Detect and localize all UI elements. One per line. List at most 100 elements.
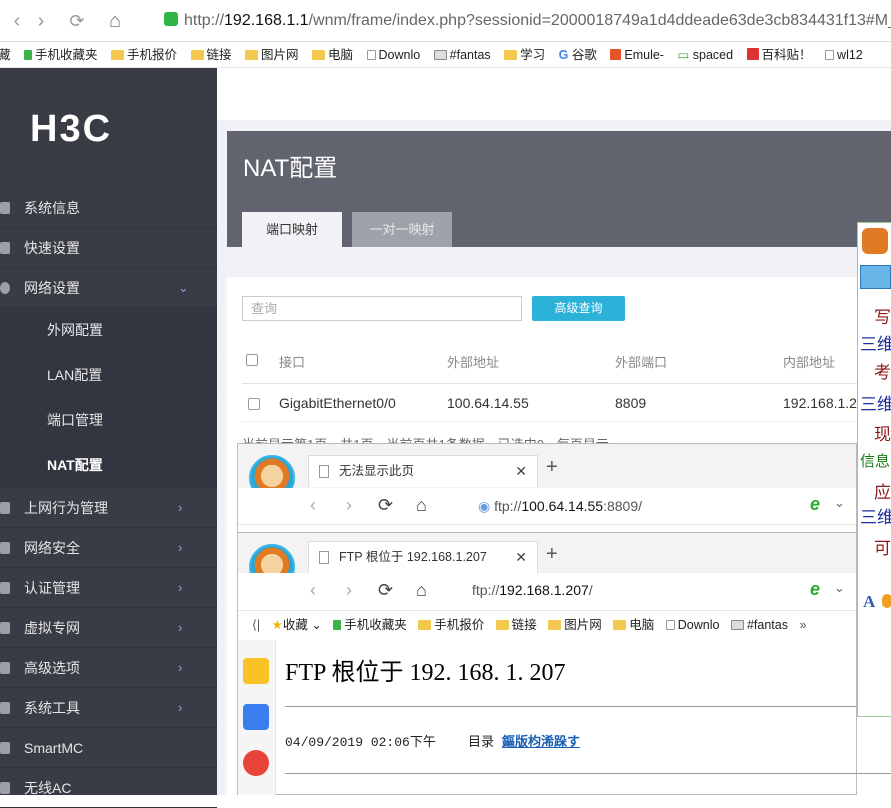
sidebar-item-auth-mgmt[interactable]: 认证管理 › xyxy=(0,568,217,608)
sidebar-item-behavior-mgmt[interactable]: 上网行为管理 › xyxy=(0,488,217,528)
bookmark-item[interactable]: 藏 xyxy=(0,42,11,67)
bookmark-item[interactable]: 学习 xyxy=(504,42,545,67)
bookmark-favorites[interactable]: ★收藏 ⌄ xyxy=(272,618,322,632)
url-path: /wnm/frame/index.php?sessionid=200001874… xyxy=(308,12,891,29)
sidebar-item-port-management[interactable]: 端口管理 xyxy=(0,398,217,443)
sidebar-item-smartmc[interactable]: SmartMC xyxy=(0,728,217,768)
sidebar-item-vpn[interactable]: 虚拟专网 › xyxy=(0,608,217,648)
more-bookmarks-icon[interactable]: » xyxy=(799,618,806,632)
nav-row: ‹ › ⟳ ⌂ ftp://192.168.1.207/ e ⌄ xyxy=(238,573,856,609)
tab-one-to-one[interactable]: 一对一映射 xyxy=(352,212,452,247)
font-a-icon[interactable]: A xyxy=(863,592,875,612)
user-icon xyxy=(0,582,10,594)
new-tab-icon[interactable]: + xyxy=(546,543,558,566)
bookmark-item[interactable]: G 谷歌 xyxy=(559,42,597,67)
address-bar[interactable]: ftp://192.168.1.207/ xyxy=(472,582,593,598)
bookmark-item[interactable]: #fantas xyxy=(730,618,788,632)
advanced-icon xyxy=(0,662,10,674)
close-icon[interactable]: ✕ xyxy=(515,456,527,486)
bookmark-item[interactable]: #fantas xyxy=(433,42,491,67)
forward-icon[interactable]: › xyxy=(346,495,352,516)
bookmark-item[interactable]: 手机报价 xyxy=(111,42,177,67)
back-icon[interactable]: ‹ xyxy=(4,8,30,34)
bookmark-item[interactable]: wl12 xyxy=(825,42,863,67)
bookmarks-bar: ⟨| ★收藏 ⌄ 手机收藏夹 手机报价 链接 图片网 电脑 Downlo #fa… xyxy=(238,610,856,638)
bookmark-item[interactable]: 手机收藏夹 xyxy=(24,42,98,67)
sidebar-item-advanced[interactable]: 高级选项 › xyxy=(0,648,217,688)
forward-icon[interactable]: › xyxy=(346,580,352,601)
sidebar-item-network-settings[interactable]: 网络设置 ⌄ xyxy=(0,268,217,308)
home-icon[interactable]: ⌂ xyxy=(416,495,427,516)
cell-external-port: 8809 xyxy=(615,395,647,411)
refresh-icon[interactable]: ⟳ xyxy=(378,495,393,516)
weibo-icon[interactable] xyxy=(243,750,269,776)
panel-text: 三维 xyxy=(860,335,891,354)
sidebar-item-wireless-ac[interactable]: 无线AC xyxy=(0,768,217,808)
chevron-right-icon: › xyxy=(178,500,183,515)
column-header-internal-address[interactable]: 内部地址 xyxy=(783,352,835,371)
sidebar-item-network-security[interactable]: 网络安全 › xyxy=(0,528,217,568)
sidebar-item-system-tools[interactable]: 系统工具 › xyxy=(0,688,217,728)
bookmark-item[interactable]: ▭ spaced xyxy=(677,42,733,67)
home-icon[interactable]: ⌂ xyxy=(102,8,128,34)
search-input[interactable]: 查询 xyxy=(242,296,522,321)
ie-logo-icon[interactable]: e xyxy=(810,579,820,600)
bookmark-item[interactable]: 链接 xyxy=(190,42,232,67)
chevron-down-icon[interactable]: ⌄ xyxy=(834,495,845,511)
sidebar-item-lan-config[interactable]: LAN配置 xyxy=(0,353,217,398)
browser-toolbar: ‹ › ⟳ ⌂ http://192.168.1.1/wnm/frame/ind… xyxy=(0,0,891,42)
news-icon[interactable] xyxy=(243,704,269,730)
panel-text: 可 xyxy=(874,539,891,558)
bookmark-item[interactable]: 手机报价 xyxy=(418,618,484,632)
sidebar-item-system-info[interactable]: 系统信息 xyxy=(0,188,217,228)
tab-title: 无法显示此页 xyxy=(339,464,415,478)
advanced-query-button[interactable]: 高级查询 xyxy=(532,296,625,321)
select-all-checkbox[interactable] xyxy=(246,354,258,366)
monitor-icon[interactable] xyxy=(860,265,891,289)
bookmark-item[interactable]: Emule- xyxy=(610,42,664,67)
bookmarks-bar: 藏 手机收藏夹 手机报价 链接 图片网 电脑 Downlo #fantas 学习… xyxy=(0,42,891,68)
browser-tab[interactable]: FTP 根位于 192.168.1.207 ✕ xyxy=(308,541,538,573)
back-icon[interactable]: ‹ xyxy=(310,495,316,516)
favorites-star-icon[interactable] xyxy=(243,658,269,684)
sidebar-toggle-icon[interactable]: ⟨| xyxy=(252,618,260,632)
refresh-icon[interactable]: ⟳ xyxy=(64,8,90,34)
refresh-icon[interactable]: ⟳ xyxy=(378,580,393,601)
new-tab-icon[interactable]: + xyxy=(546,456,558,479)
row-checkbox[interactable] xyxy=(248,398,260,410)
bookmark-item[interactable]: 链接 xyxy=(495,618,537,632)
panel-text: 考 xyxy=(874,363,891,382)
bookmark-item[interactable]: 图片网 xyxy=(548,618,602,632)
close-icon[interactable]: ✕ xyxy=(515,542,527,572)
tiger-mascot-icon[interactable] xyxy=(862,228,888,254)
ie-logo-icon[interactable]: e xyxy=(810,494,820,515)
bookmark-item[interactable]: 电脑 xyxy=(312,42,353,67)
back-icon[interactable]: ‹ xyxy=(310,580,316,601)
bookmark-item[interactable]: Downlo xyxy=(665,618,719,632)
sidebar: H3C 系统信息 快速设置 网络设置 ⌄ 外网配置 LAN配置 端口管理 NAT配… xyxy=(0,68,217,808)
address-bar[interactable]: ◉ ftp://100.64.14.55:8809/ xyxy=(478,498,642,515)
column-header-external-port[interactable]: 外部端口 xyxy=(615,352,667,371)
system-info-icon xyxy=(0,202,10,214)
tab-port-mapping[interactable]: 端口映射 xyxy=(242,212,342,247)
bookmark-item[interactable]: 图片网 xyxy=(245,42,299,67)
home-icon[interactable]: ⌂ xyxy=(416,580,427,601)
sidebar-item-quick-setup[interactable]: 快速设置 xyxy=(0,228,217,268)
ftp-folder-link[interactable]: 鏂版枃浠跺す xyxy=(502,731,580,750)
chevron-down-icon[interactable]: ⌄ xyxy=(834,580,845,596)
bookmark-item[interactable]: Downlo xyxy=(366,42,420,67)
bookmark-item[interactable]: 百科贴！ xyxy=(746,42,812,67)
browser-tab[interactable]: 无法显示此页 ✕ xyxy=(308,455,538,487)
cell-external-address: 100.64.14.55 xyxy=(447,395,529,411)
forward-icon[interactable]: › xyxy=(28,8,54,34)
column-header-external-address[interactable]: 外部地址 xyxy=(447,352,499,371)
bookmark-item[interactable]: 电脑 xyxy=(613,618,654,632)
sidebar-item-nat-config[interactable]: NAT配置 xyxy=(0,443,217,488)
column-header-interface[interactable]: 接口 xyxy=(279,352,305,371)
bookmark-item[interactable]: 手机收藏夹 xyxy=(333,618,407,632)
address-bar[interactable]: http://192.168.1.1/wnm/frame/index.php?s… xyxy=(164,8,891,34)
quick-setup-icon xyxy=(0,242,10,254)
h3c-logo: H3C xyxy=(30,108,113,150)
tool-icon[interactable] xyxy=(882,594,891,608)
sidebar-item-wan-config[interactable]: 外网配置 xyxy=(0,308,217,353)
